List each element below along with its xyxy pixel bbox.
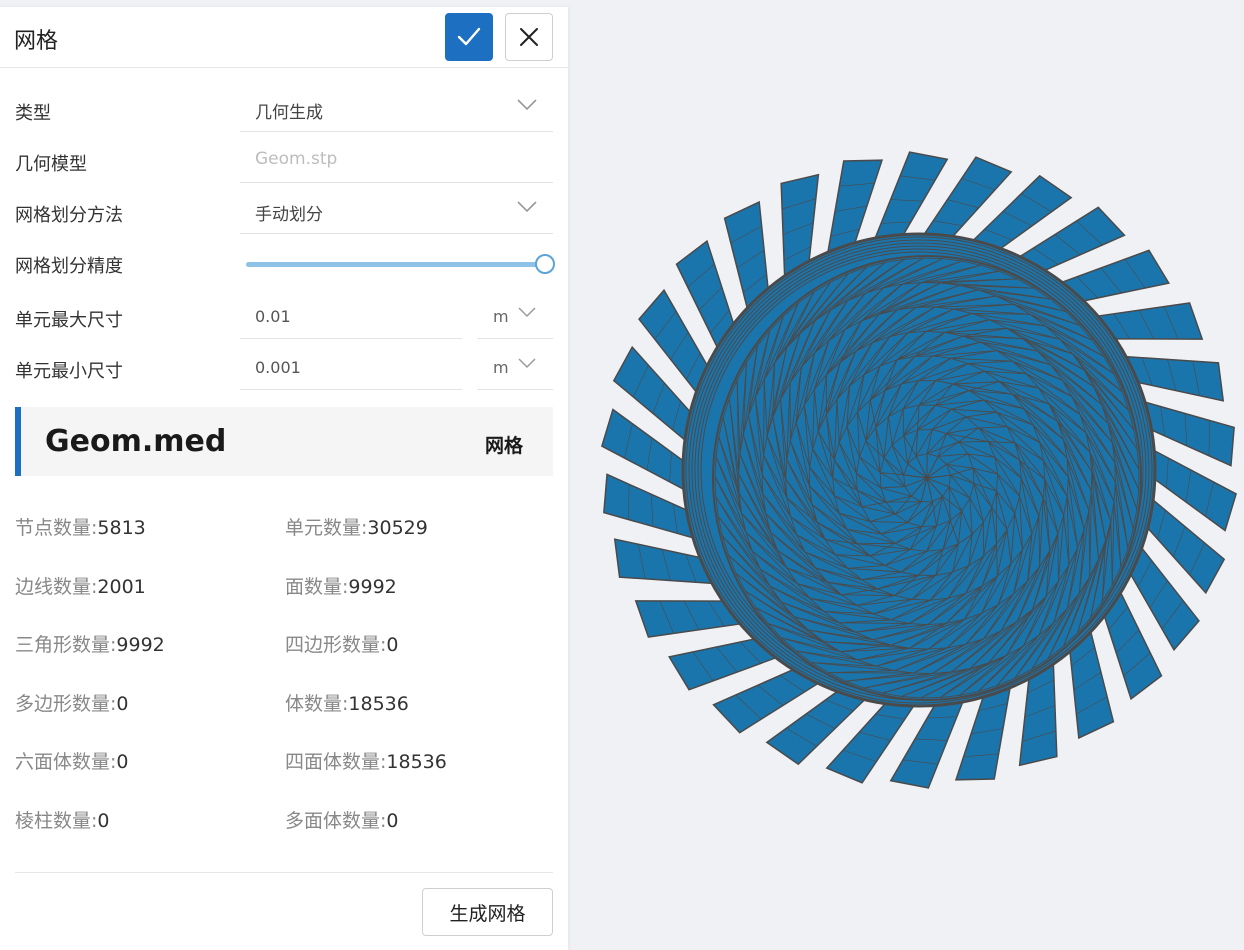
result-file-name: Geom.med bbox=[45, 424, 227, 459]
stat-elements: 单元数量:30529 bbox=[285, 517, 428, 539]
3d-viewport[interactable] bbox=[568, 0, 1244, 950]
generate-mesh-button[interactable]: 生成网格 bbox=[422, 888, 553, 936]
min-size-value: 0.001 bbox=[255, 358, 301, 377]
panel-header: 网格 bbox=[0, 7, 568, 68]
result-file-tag: 网格 bbox=[484, 435, 523, 457]
max-size-unit: m bbox=[493, 307, 509, 326]
chevron-down-icon bbox=[517, 201, 537, 213]
max-size-value: 0.01 bbox=[255, 307, 291, 326]
max-size-label: 单元最大尺寸 bbox=[15, 310, 123, 331]
mesh-precision-label: 网格划分精度 bbox=[15, 256, 123, 277]
geometry-model-row: 几何模型 Geom.stp bbox=[0, 134, 568, 185]
check-icon bbox=[457, 27, 481, 46]
min-size-label: 单元最小尺寸 bbox=[15, 361, 123, 382]
close-icon bbox=[520, 28, 538, 46]
precision-slider-track[interactable] bbox=[246, 262, 546, 267]
mesh-precision-row: 网格划分精度 bbox=[0, 236, 568, 287]
footer-divider bbox=[15, 872, 553, 873]
max-size-row: 单元最大尺寸 0.01 m bbox=[0, 290, 568, 341]
stat-nodes: 节点数量:5813 bbox=[15, 517, 146, 539]
type-select[interactable]: 几何生成 bbox=[240, 83, 553, 132]
stat-volumes: 体数量:18536 bbox=[285, 693, 409, 715]
mesh-method-select[interactable]: 手动划分 bbox=[240, 185, 553, 234]
chevron-down-icon bbox=[518, 307, 536, 318]
max-size-unit-select[interactable]: m bbox=[477, 290, 553, 339]
type-label: 类型 bbox=[15, 103, 51, 124]
mesh-method-row: 网格划分方法 手动划分 bbox=[0, 185, 568, 236]
confirm-button[interactable] bbox=[445, 13, 493, 61]
panel-title: 网格 bbox=[14, 29, 59, 54]
geometry-model-placeholder: Geom.stp bbox=[255, 149, 338, 169]
chevron-down-icon bbox=[517, 99, 537, 111]
stat-triangles: 三角形数量:9992 bbox=[15, 634, 165, 656]
min-size-unit-select[interactable]: m bbox=[477, 341, 553, 390]
geometry-model-label: 几何模型 bbox=[15, 154, 87, 175]
min-size-row: 单元最小尺寸 0.001 m bbox=[0, 341, 568, 392]
stat-faces: 面数量:9992 bbox=[285, 576, 397, 598]
stat-tetrahedra: 四面体数量:18536 bbox=[285, 751, 447, 773]
stat-polygons: 多边形数量:0 bbox=[15, 693, 129, 715]
type-row: 类型 几何生成 bbox=[0, 83, 568, 134]
min-size-unit: m bbox=[493, 358, 509, 377]
geometry-model-input[interactable]: Geom.stp bbox=[240, 134, 553, 183]
max-size-input[interactable]: 0.01 bbox=[240, 290, 462, 339]
stat-hexahedra: 六面体数量:0 bbox=[15, 751, 129, 773]
close-button[interactable] bbox=[505, 13, 553, 61]
mesh-model-render bbox=[601, 151, 1237, 789]
result-file-card[interactable]: Geom.med 网格 bbox=[15, 407, 553, 476]
stat-polyhedra: 多面体数量:0 bbox=[285, 810, 399, 832]
mesh-panel: 网格 类型 几何生成 几何模型 Geom.stp 网格划分方法 手动划分 网格划… bbox=[0, 7, 568, 950]
stat-quads: 四边形数量:0 bbox=[285, 634, 399, 656]
type-value: 几何生成 bbox=[255, 103, 323, 123]
chevron-down-icon bbox=[518, 358, 536, 369]
mesh-method-value: 手动划分 bbox=[255, 205, 323, 225]
mesh-method-label: 网格划分方法 bbox=[15, 205, 123, 226]
stat-prisms: 棱柱数量:0 bbox=[15, 810, 110, 832]
stat-edges: 边线数量:2001 bbox=[15, 576, 146, 598]
min-size-input[interactable]: 0.001 bbox=[240, 341, 462, 390]
precision-slider-thumb[interactable] bbox=[535, 254, 555, 274]
